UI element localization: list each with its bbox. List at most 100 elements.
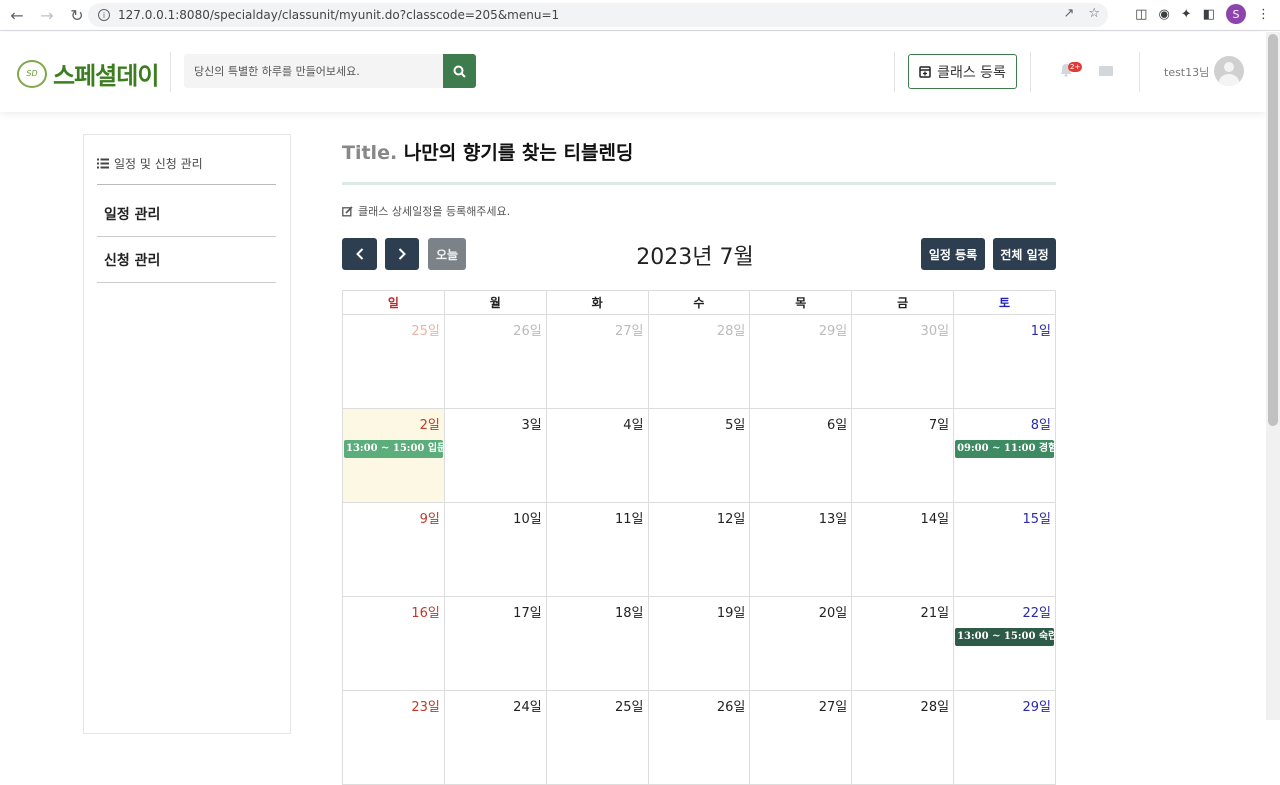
calendar-day-cell[interactable]: 9일 (342, 502, 445, 597)
calendar-day-cell[interactable]: 1일 (953, 314, 1056, 409)
weekday-header: 토 (953, 290, 1056, 315)
sidebar: 일정 및 신청 관리 일정 관리 신청 관리 (83, 134, 291, 734)
browser-toolbar: ← → ↻ i 127.0.0.1:8080/specialday/classu… (0, 0, 1280, 31)
day-number: 29일 (818, 324, 848, 339)
calendar-day-cell[interactable]: 28일 (647, 314, 751, 409)
calendar-day-cell[interactable]: 22일 13:00 ~ 15:00 숙련자 (953, 596, 1056, 691)
avatar[interactable] (1214, 56, 1244, 86)
calendar-day-cell[interactable]: 8일 09:00 ~ 11:00 경험자 (953, 408, 1056, 503)
sidebar-item-applications[interactable]: 신청 관리 (97, 238, 276, 283)
day-number: 25일 (411, 324, 440, 339)
calendar-day-cell[interactable]: 30일 (851, 314, 955, 409)
day-number: 24일 (513, 700, 542, 715)
calendar-day-cell[interactable]: 20일 (749, 596, 853, 691)
calendar-day-cell[interactable]: 26일 (443, 314, 547, 409)
calendar-body: 25일 26일 27일 28일 29일 30일 1일 2일 13:00 ~ 15:00 입문자 3… (342, 314, 1056, 785)
calendar-day-cell[interactable]: 7일 (851, 408, 955, 503)
title-prefix: Title. (342, 142, 398, 164)
menu-dots-icon[interactable]: ⋮ (1257, 7, 1270, 22)
day-number: 18일 (615, 606, 644, 621)
info-icon[interactable]: i (98, 9, 110, 21)
calendar-day-cell[interactable]: 25일 (342, 314, 445, 409)
calendar-day-cell[interactable]: 12일 (647, 502, 751, 597)
calendar-day-cell[interactable]: 18일 (545, 596, 649, 691)
site-header: SD 스페셜데이 당신의 특별한 하루를 만들어보세요. 클래스 등록 2+ t… (0, 32, 1266, 112)
share-icon[interactable]: ↗ (1063, 6, 1074, 21)
calendar-event[interactable]: 13:00 ~ 15:00 입문자 (344, 440, 443, 458)
calendar-day-cell[interactable]: 17일 (443, 596, 547, 691)
day-number: 2일 (419, 418, 440, 433)
chevron-left-icon (355, 248, 363, 260)
today-button[interactable]: 오늘 (428, 238, 466, 270)
calendar-day-cell[interactable]: 15일 (953, 502, 1056, 597)
notice: 클래스 상세일정을 등록해주세요. (342, 203, 510, 219)
page-title: Title. 나만의 향기를 찾는 티블렌딩 (342, 138, 633, 165)
username[interactable]: test13님 (1164, 64, 1209, 80)
scrollbar-thumb[interactable] (1268, 34, 1278, 426)
calendar-day-cell[interactable]: 24일 (443, 690, 547, 785)
search-placeholder: 당신의 특별한 하루를 만들어보세요. (194, 65, 360, 78)
reload-icon[interactable]: ↻ (64, 2, 90, 28)
calendar-day-cell[interactable]: 3일 (443, 408, 547, 503)
class-register-button[interactable]: 클래스 등록 (908, 54, 1017, 89)
page-scrollbar[interactable] (1266, 32, 1280, 720)
calendar-week-row: 23일 24일 25일 26일 27일 28일 29일 (342, 690, 1056, 785)
day-number: 7일 (928, 418, 950, 433)
calendar-day-cell[interactable]: 13일 (749, 502, 853, 597)
sidebar-title-text: 일정 및 신청 관리 (114, 157, 203, 171)
day-number: 1일 (1030, 324, 1051, 339)
calendar-day-cell[interactable]: 29일 (749, 314, 853, 409)
day-number: 6일 (826, 418, 848, 433)
day-number: 16일 (411, 606, 440, 621)
calendar-day-cell[interactable]: 26일 (647, 690, 751, 785)
logo[interactable]: SD 스페셜데이 (17, 56, 159, 91)
calendar-day-cell[interactable]: 28일 (851, 690, 955, 785)
sidebar-title: 일정 및 신청 관리 (97, 155, 276, 185)
search-input[interactable]: 당신의 특별한 하루를 만들어보세요. (184, 54, 444, 88)
calendar-week-row: 16일 17일 18일 19일 20일 21일 22일 13:00 ~ 15:00 숙련자 (342, 596, 1056, 691)
calendar-day-cell[interactable]: 6일 (749, 408, 853, 503)
profile-avatar[interactable]: S (1226, 4, 1246, 24)
calendar-day-cell[interactable]: 5일 (647, 408, 751, 503)
calendar-day-cell[interactable]: 27일 (545, 314, 649, 409)
calendar-day-cell[interactable]: 23일 (342, 690, 445, 785)
reader-icon[interactable]: ◫ (1135, 7, 1147, 22)
back-arrow-icon[interactable]: ← (4, 2, 30, 28)
calendar-day-cell[interactable]: 21일 (851, 596, 955, 691)
weekday-header: 월 (443, 290, 547, 315)
calendar-event[interactable]: 09:00 ~ 11:00 경험자 (955, 440, 1054, 458)
calendar-day-cell[interactable]: 10일 (443, 502, 547, 597)
calendar-day-cell[interactable]: 29일 (953, 690, 1056, 785)
day-number: 11일 (615, 512, 644, 527)
forward-arrow-icon[interactable]: → (34, 2, 60, 28)
calendar-event[interactable]: 13:00 ~ 15:00 숙련자 (955, 628, 1054, 646)
calendar-day-cell[interactable]: 2일 13:00 ~ 15:00 입문자 (342, 408, 445, 503)
register-schedule-button[interactable]: 일정 등록 (921, 238, 985, 270)
calendar-day-cell[interactable]: 14일 (851, 502, 955, 597)
title-divider (342, 182, 1056, 185)
all-schedule-button[interactable]: 전체 일정 (993, 238, 1056, 270)
address-bar[interactable]: i 127.0.0.1:8080/specialday/classunit/my… (88, 3, 1108, 27)
day-number: 25일 (615, 700, 644, 715)
notice-text: 클래스 상세일정을 등록해주세요. (358, 205, 511, 218)
star-icon[interactable]: ☆ (1088, 6, 1100, 21)
sidebar-item-schedule[interactable]: 일정 관리 (97, 192, 276, 237)
calendar-day-cell[interactable]: 16일 (342, 596, 445, 691)
prev-month-button[interactable] (342, 238, 377, 270)
calendar-day-cell[interactable]: 25일 (545, 690, 649, 785)
puzzle-icon[interactable]: ✦ (1181, 7, 1192, 22)
calendar-day-cell[interactable]: 11일 (545, 502, 649, 597)
header-divider (894, 52, 895, 92)
sidepanel-icon[interactable]: ◧ (1203, 7, 1215, 22)
search-icon (453, 65, 466, 78)
mail-icon[interactable] (1099, 66, 1113, 76)
calendar-week-row: 25일 26일 27일 28일 29일 30일 1일 (342, 314, 1056, 409)
calendar-day-cell[interactable]: 4일 (545, 408, 649, 503)
weekday-header: 수 (647, 290, 751, 315)
calendar-day-cell[interactable]: 19일 (647, 596, 751, 691)
calendar-day-cell[interactable]: 27일 (749, 690, 853, 785)
day-number: 14일 (920, 512, 950, 527)
next-month-button[interactable] (385, 238, 419, 270)
camera-icon[interactable]: ◉ (1158, 7, 1169, 22)
search-button[interactable] (443, 54, 476, 88)
